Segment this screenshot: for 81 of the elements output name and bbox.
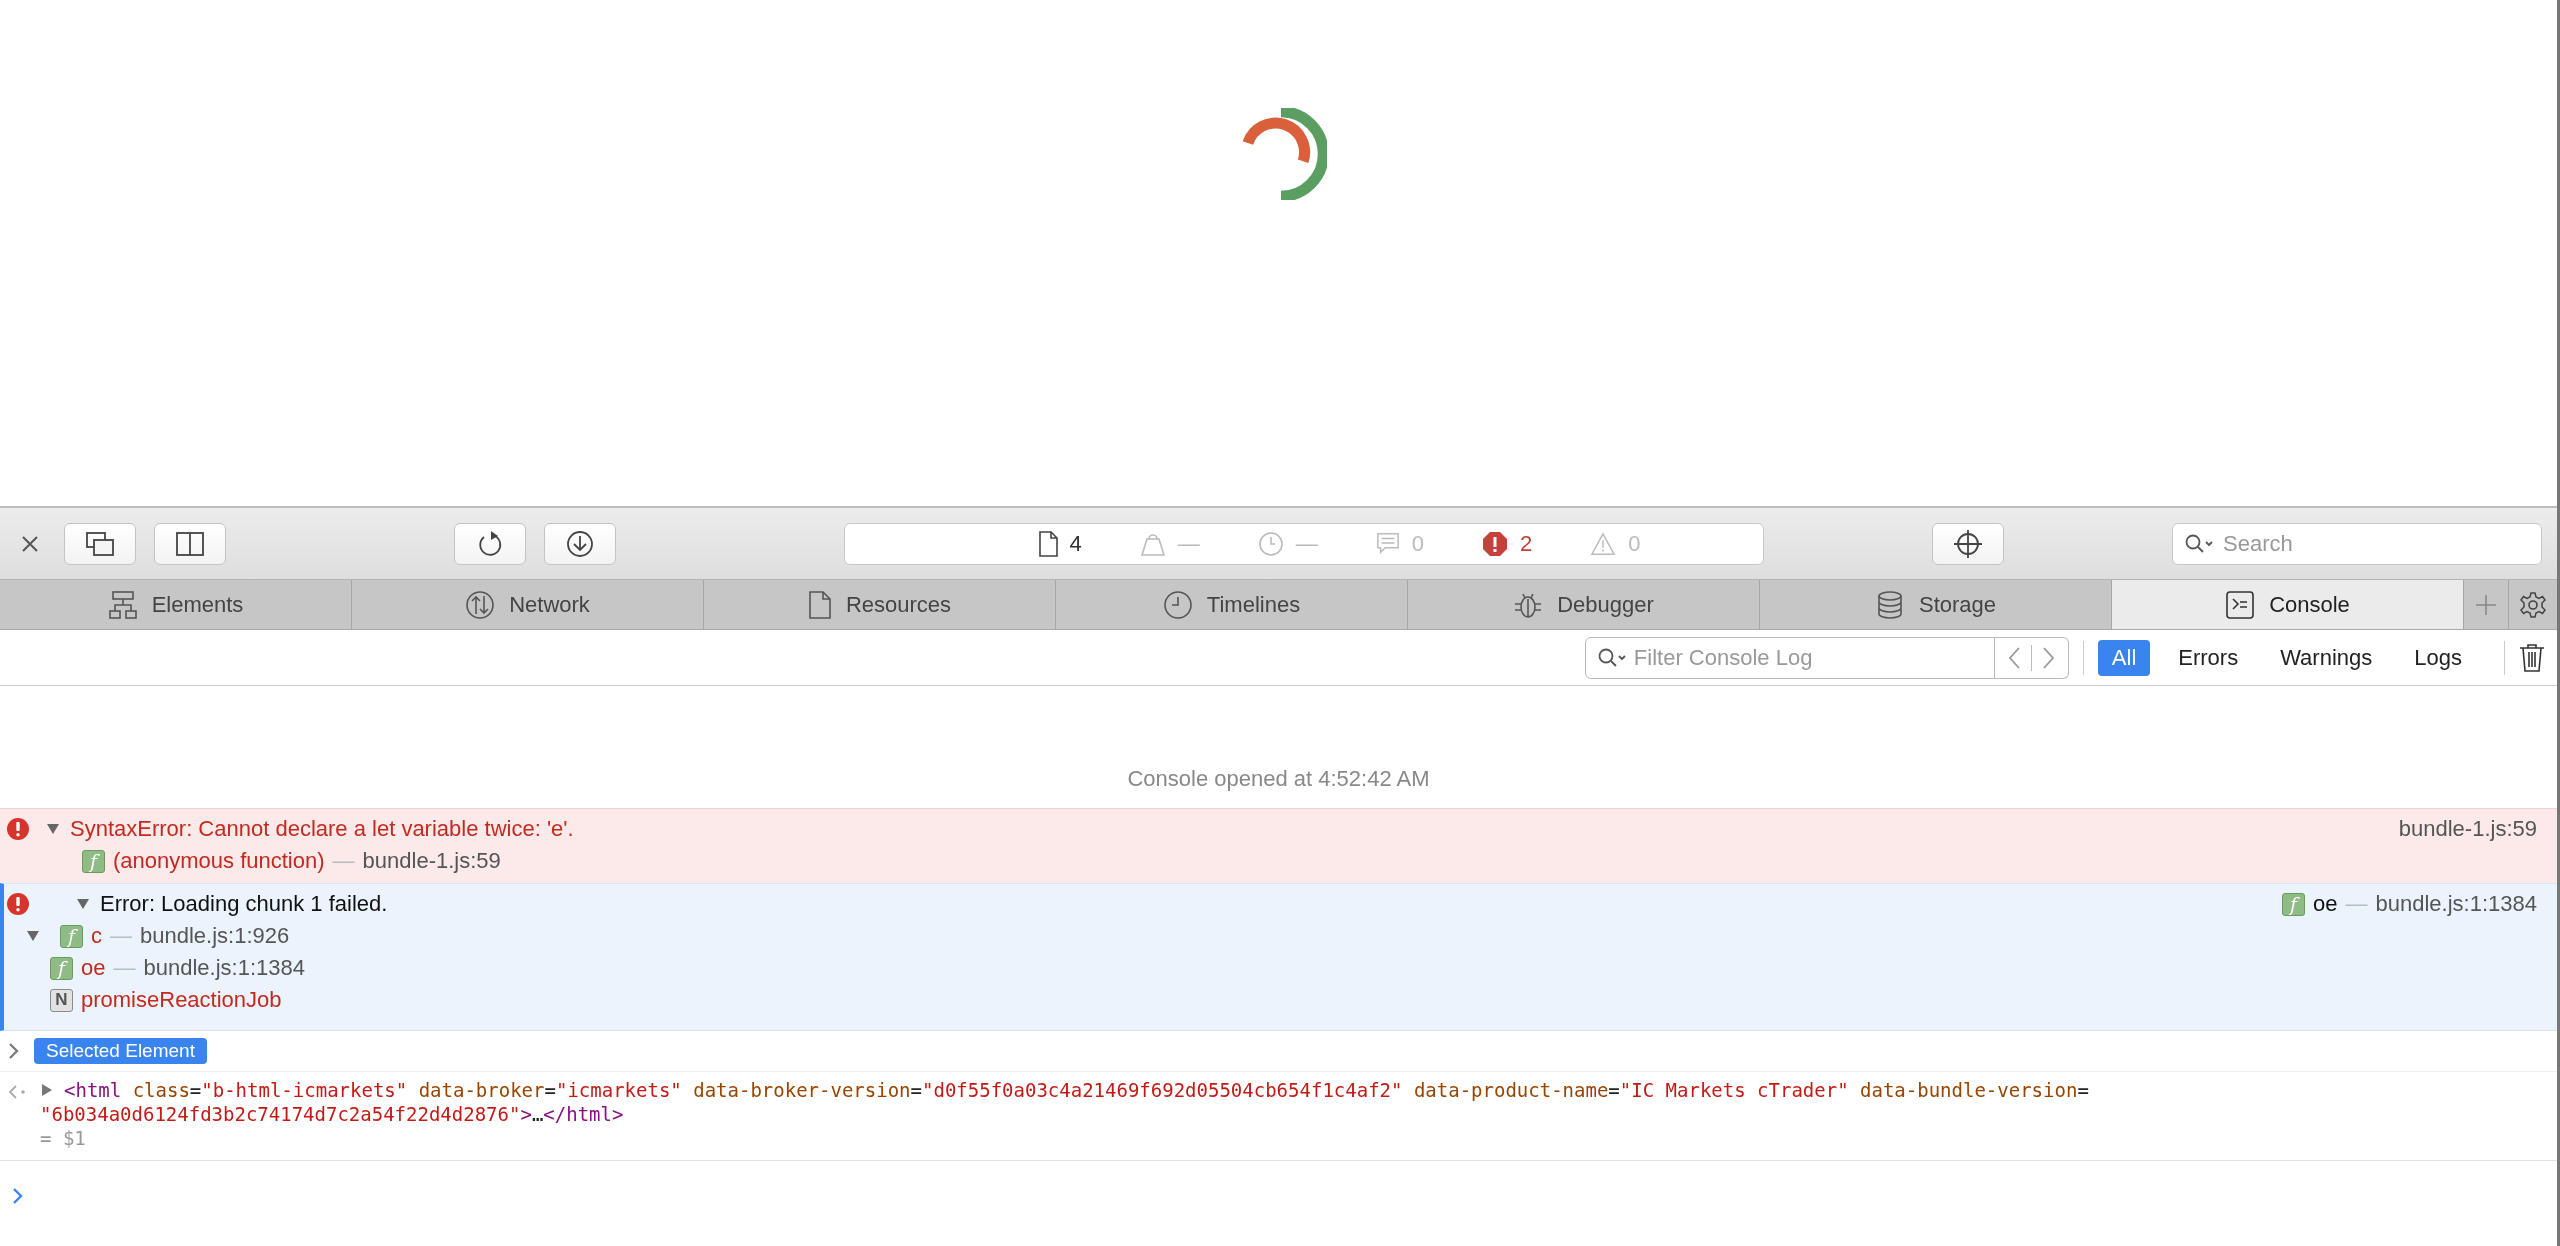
dock-side-button[interactable] [154,522,226,565]
download-button[interactable] [544,522,616,565]
function-name: (anonymous function) [113,848,325,874]
search-field[interactable]: Search [2172,522,2542,565]
saved-result-label: = $1 [40,1126,87,1150]
previous-icon[interactable] [2006,645,2021,670]
dashboard-count: 0 [1411,530,1424,557]
console-message[interactable]: Error: Loading chunk 1 failed. f oe — bundle.js:1:1384 f c — bundle.js:1:926 f oe — bundle.js:1:1384 N promiseReactionJob [0,883,2557,1031]
dash-separator: — [332,848,355,874]
error-message: SyntaxError: Cannot declare a let variable twice: 'e'. [70,816,574,842]
plus-icon [2474,592,2498,617]
function-name: c [91,923,102,949]
tab[interactable]: Network [352,580,704,629]
dashboard-count: 4 [1069,530,1082,557]
console-message[interactable]: SyntaxError: Cannot declare a let variable twice: 'e'. bundle-1.js:59 f (anonymous function) — bundle-1.js:59 [0,808,2557,883]
error-icon [6,817,30,841]
function-badge-icon: f [2282,892,2306,916]
error-icon [1482,530,1508,557]
reload-button[interactable] [454,522,526,565]
terminal-icon [2225,589,2256,620]
source-location[interactable]: bundle.js:1:926 [140,923,290,949]
windows-icon [84,530,116,557]
dashboard-count: — [1295,530,1318,557]
selected-element-badge: Selected Element [34,1038,207,1064]
tab[interactable]: Elements [0,580,352,629]
clock-icon [1162,589,1193,620]
html-code-line: "6b034a0d6124fd3b2c74174d7c2a54f22d4d2876">…</html> [40,1102,624,1126]
source-location[interactable]: bundle.js:1:1384 [2375,891,2537,917]
disclosure-triangle-icon[interactable] [26,929,40,943]
error-icon [6,892,30,916]
dashboard-count: — [1177,530,1200,557]
settings-icon [2519,590,2547,619]
dash-separator: — [113,955,136,981]
up-down-arrows-icon [465,589,496,620]
message-icon [1375,531,1400,556]
document-icon [1037,530,1058,557]
tab[interactable]: Timelines [1056,580,1408,629]
inspect-button[interactable] [1932,522,2004,565]
dashboard-count: 0 [1628,530,1641,557]
scope-button[interactable]: Errors [2164,639,2253,676]
scope-button[interactable]: Warnings [2266,639,2387,676]
disclosure-triangle-icon[interactable] [76,897,90,911]
dashboard-count: 2 [1520,530,1533,557]
filter-field[interactable]: Filter Console Log [1584,636,1995,679]
clock-icon [1257,530,1284,557]
tab[interactable]: Debugger [1408,580,1760,629]
trash-icon[interactable] [2519,642,2545,673]
function-name: oe [2313,891,2338,917]
split-panel-icon [174,530,206,557]
console-opened-note: Console opened at 4:52:42 AM [1126,765,1431,793]
close-icon[interactable] [20,533,40,554]
error-message: Error: Loading chunk 1 failed. [100,891,388,917]
next-icon[interactable] [2041,645,2056,670]
search-icon [2184,532,2214,555]
chevron-icon[interactable] [8,1042,20,1060]
tab[interactable]: Console [2112,580,2464,629]
function-name: promiseReactionJob [81,987,282,1013]
hierarchy-icon [107,589,138,620]
function-badge-icon: f [50,956,73,980]
warning-icon [1590,531,1617,556]
function-badge-icon: N [50,988,73,1012]
search-icon [1596,646,1627,669]
function-badge-icon: f [60,924,83,948]
disclosure-triangle-icon[interactable] [46,822,60,836]
scope-button[interactable]: All [2097,639,2151,676]
html-code-line: <html class="b-html-icmarkets" data-broker="icmarkets" data-broker-version="d0f55f0a03c4a21469f692d05504cb654f1c4af2" data-product-name="IC Markets cTrader" data-bundle-version= [64,1078,2089,1102]
function-name: oe [81,955,106,981]
scope-button[interactable]: Logs [2400,639,2476,676]
dash-separator: — [2345,891,2368,917]
source-location[interactable]: bundle-1.js:59 [2398,816,2537,842]
crosshair-icon [1953,528,1983,559]
source-location[interactable]: bundle.js:1:1384 [143,955,305,981]
document-icon [807,589,832,620]
source-location[interactable]: bundle-1.js:59 [362,848,501,874]
undock-button[interactable] [64,522,136,565]
function-badge-icon: f [82,849,105,873]
disclosure-triangle-icon[interactable] [40,1083,54,1097]
prompt-chevron-icon[interactable] [12,1187,24,1205]
download-icon [565,528,595,559]
dash-separator: — [110,923,132,949]
tab[interactable]: Resources [704,580,1056,629]
